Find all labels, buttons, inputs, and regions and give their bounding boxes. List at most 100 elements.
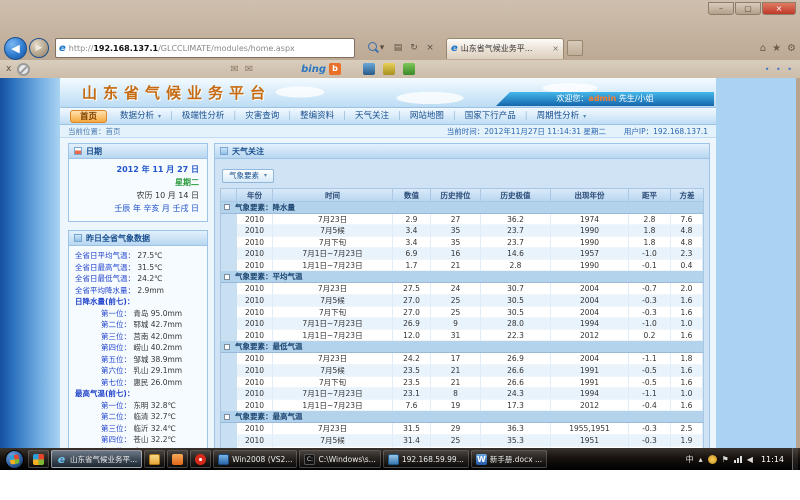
table-cell: 2010 xyxy=(237,248,273,260)
group-checkbox[interactable] xyxy=(224,344,230,350)
nav-item-1[interactable]: 首页 xyxy=(70,110,107,123)
close-button[interactable]: × xyxy=(762,2,796,15)
minimize-button[interactable]: – xyxy=(708,2,734,15)
taskbar-button[interactable] xyxy=(167,450,188,468)
compatibility-icon[interactable]: ▤ xyxy=(390,40,406,56)
more-options-dots[interactable]: • • • xyxy=(765,65,794,74)
back-button[interactable]: ◀ xyxy=(4,37,27,60)
table-cell: -0.3 xyxy=(629,295,671,307)
maximize-button[interactable]: ▢ xyxy=(735,2,761,15)
nav-item-9[interactable]: 周期性分析 ▾ xyxy=(528,110,595,123)
show-desktop-button[interactable] xyxy=(792,448,798,470)
address-bar[interactable]: e http://192.168.137.1/GLCCLIMATE/module… xyxy=(55,38,355,58)
taskbar-button-label: 山东省气候业务平... xyxy=(70,454,137,465)
url-protocol: http:// xyxy=(69,44,94,53)
start-button[interactable] xyxy=(5,450,24,469)
table-row: 20107月1日~7月23日26.9928.01994-1.01.0 xyxy=(237,318,703,330)
table-cell: 24 xyxy=(431,283,481,295)
nav-item-4[interactable]: 灾害查询 xyxy=(236,110,288,123)
taskbar-button[interactable]: 192.168.59.99... xyxy=(383,450,469,468)
toolbar-app-icon-1[interactable] xyxy=(363,63,375,75)
group-checkbox[interactable] xyxy=(224,204,230,210)
table-cell: 21 xyxy=(431,377,481,389)
table-cell: 7.6 xyxy=(671,214,703,226)
group-checkbox[interactable] xyxy=(224,414,230,420)
home-icon[interactable]: ⌂ xyxy=(760,43,766,54)
taskbar-button-label: C:\Windows\s... xyxy=(318,455,375,464)
tab-close-icon[interactable]: × xyxy=(552,44,559,53)
toolbar-app-icon-2[interactable] xyxy=(383,63,395,75)
favorites-star-icon[interactable]: ★ xyxy=(772,43,781,54)
table-row: 20101月1日~7月23日1.7212.81990-0.10.4 xyxy=(237,260,703,272)
ime-indicator[interactable]: 中 xyxy=(686,454,694,465)
table-cell: 1月1日~7月23日 xyxy=(273,330,393,342)
url-path: /GLCCLIMATE/modules/home.aspx xyxy=(158,44,295,53)
table-cell: 23.7 xyxy=(481,225,551,237)
table-cell: 2010 xyxy=(237,330,273,342)
table-cell: 17 xyxy=(431,353,481,365)
rank-line: 第三位： 临沂 32.4℃ xyxy=(75,423,203,435)
column-header: 时间 xyxy=(273,189,393,201)
table-cell: 35 xyxy=(431,237,481,249)
table-cell: 2012 xyxy=(551,400,629,412)
send-icon[interactable]: ✉ xyxy=(245,64,253,75)
column-header: 历史排位 xyxy=(431,189,481,201)
table-cell: 1994 xyxy=(551,388,629,400)
table-cell: 26.9 xyxy=(481,353,551,365)
table-cell: 35.3 xyxy=(481,435,551,447)
element-filter-button[interactable]: 气象要素 ▾ xyxy=(222,169,274,183)
table-cell: 3.4 xyxy=(393,237,431,249)
group-label: 气象要素：最高气温 xyxy=(235,411,303,422)
taskbar-button[interactable] xyxy=(190,450,211,468)
group-header-row[interactable]: 气象要素：最高气温 xyxy=(221,411,703,423)
group-header-row[interactable]: 气象要素：平均气温 xyxy=(221,271,703,283)
chevron-down-icon: ▾ xyxy=(156,113,161,120)
toolbar-app-icon-3[interactable] xyxy=(403,63,415,75)
mail-icon[interactable]: ✉ xyxy=(230,64,238,75)
search-icon[interactable] xyxy=(358,40,374,56)
weather-panel-body: 全省日平均气温： 27.5℃全省日最高气温： 31.5℃全省日最低气温： 24.… xyxy=(69,246,207,448)
table-cell: -1.1 xyxy=(629,388,671,400)
nav-item-6[interactable]: 天气关注 xyxy=(346,110,398,123)
volume-icon[interactable]: ◀ xyxy=(747,455,753,464)
group-header-row[interactable]: 气象要素：最低气温 xyxy=(221,341,703,353)
clock[interactable]: 11:14 xyxy=(761,455,784,464)
nav-item-3[interactable]: 极端性分析 xyxy=(173,110,234,123)
tray-app-icon[interactable] xyxy=(708,455,717,464)
taskbar-button[interactable]: e山东省气候业务平... xyxy=(51,450,142,468)
taskbar-button[interactable]: C:C:\Windows\s... xyxy=(299,450,380,468)
ie-icon: e xyxy=(56,454,67,465)
table-cell: -1.1 xyxy=(629,353,671,365)
nav-item-8[interactable]: 国家下行产品 xyxy=(456,110,525,123)
table-cell: 23.1 xyxy=(393,388,431,400)
new-tab-button[interactable] xyxy=(567,40,583,56)
tools-gear-icon[interactable]: ⚙ xyxy=(787,43,796,54)
table-cell: 0.2 xyxy=(629,330,671,342)
username: admin xyxy=(588,94,616,103)
rank-label: 第一位： xyxy=(101,401,133,410)
forward-button[interactable]: ▶ xyxy=(29,38,49,58)
taskbar-button[interactable]: W新手册.docx ... xyxy=(471,450,547,468)
table-header-row: 年份时间数值历史排位历史极值出现年份距平方差 xyxy=(221,189,703,202)
group-checkbox[interactable] xyxy=(224,274,230,280)
taskbar-button[interactable]: Win2008 (VS2... xyxy=(213,450,297,468)
network-icon[interactable] xyxy=(734,455,742,463)
rank-label: 第五位： xyxy=(101,355,133,364)
system-tray: 中 ▴ ⚑ ◀ 11:14 xyxy=(686,454,788,465)
browser-tab[interactable]: e 山东省气候业务平... × xyxy=(446,38,564,59)
bing-logo[interactable]: bing b xyxy=(301,63,341,75)
taskbar-button[interactable] xyxy=(144,450,165,468)
nav-item-2[interactable]: 数据分析 ▾ xyxy=(111,110,170,123)
table-cell: 30.5 xyxy=(481,295,551,307)
group-header-row[interactable]: 气象要素：降水量 xyxy=(221,202,703,214)
table-cell: -0.3 xyxy=(629,423,671,435)
taskbar-button[interactable] xyxy=(28,450,49,468)
stop-icon[interactable]: × xyxy=(422,40,438,56)
close-toolbar-icon[interactable]: x xyxy=(6,64,11,74)
nav-item-5[interactable]: 整编资料 xyxy=(291,110,343,123)
table-row: 20101月1日~7月23日12.03122.320120.21.6 xyxy=(237,330,703,342)
hidden-icons-arrow[interactable]: ▴ xyxy=(699,455,703,464)
refresh-icon[interactable]: ↻ xyxy=(406,40,422,56)
nav-item-7[interactable]: 网站地图 xyxy=(401,110,453,123)
action-center-flag-icon[interactable]: ⚑ xyxy=(722,455,729,464)
